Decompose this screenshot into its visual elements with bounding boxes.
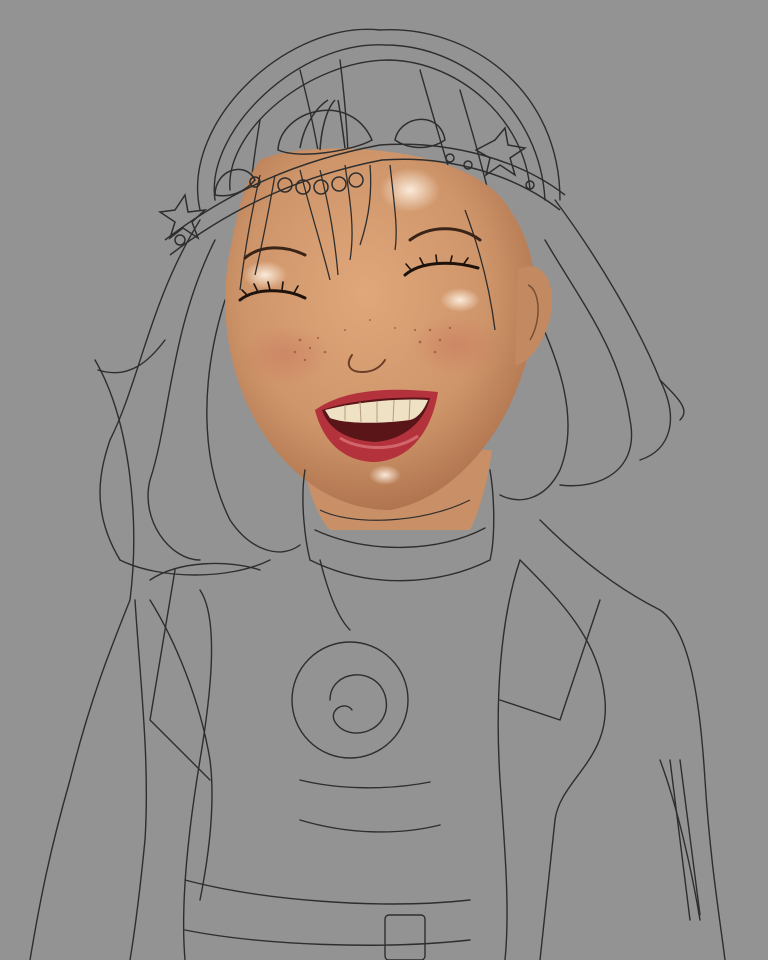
sketch-illustration (0, 0, 768, 960)
artwork-canvas (0, 0, 768, 960)
